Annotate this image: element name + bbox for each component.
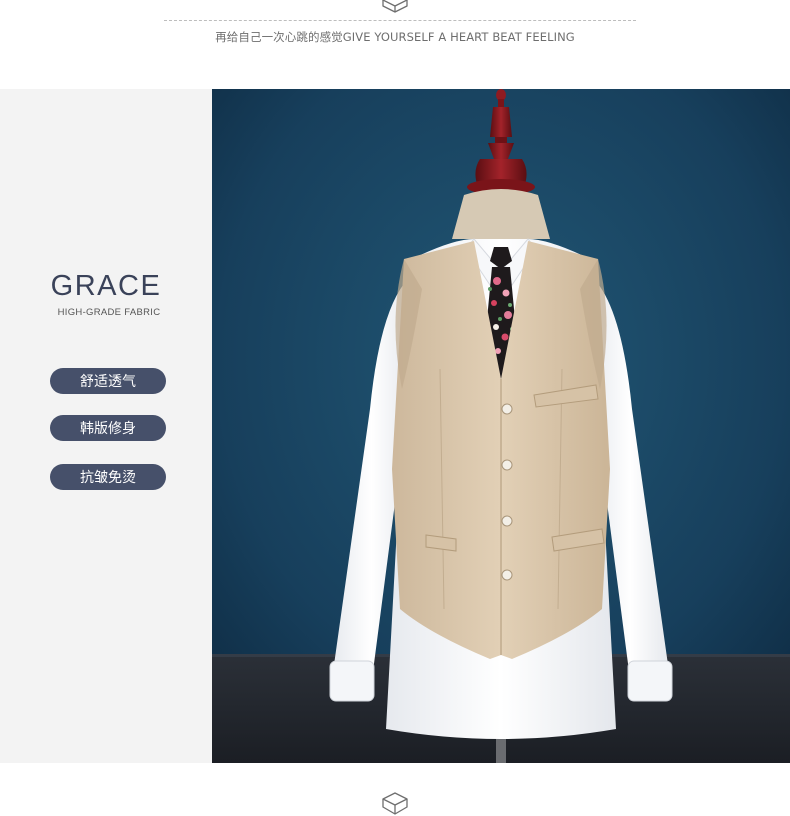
brand-title: GRACE (50, 270, 162, 302)
feature-badge-wrinkle-free: 抗皱免烫 (50, 464, 166, 490)
product-photo (212, 89, 790, 763)
header-divider (164, 20, 636, 21)
feature-badge-slim-fit: 韩版修身 (50, 415, 166, 441)
package-box-icon (382, 0, 408, 13)
feature-badge-breathable: 舒适透气 (50, 368, 166, 394)
tagline: 再给自己一次心跳的感觉GIVE YOURSELF A HEART BEAT FE… (215, 30, 575, 44)
package-box-icon (382, 792, 408, 815)
brand-subtitle: HIGH-GRADE FABRIC (57, 307, 161, 318)
